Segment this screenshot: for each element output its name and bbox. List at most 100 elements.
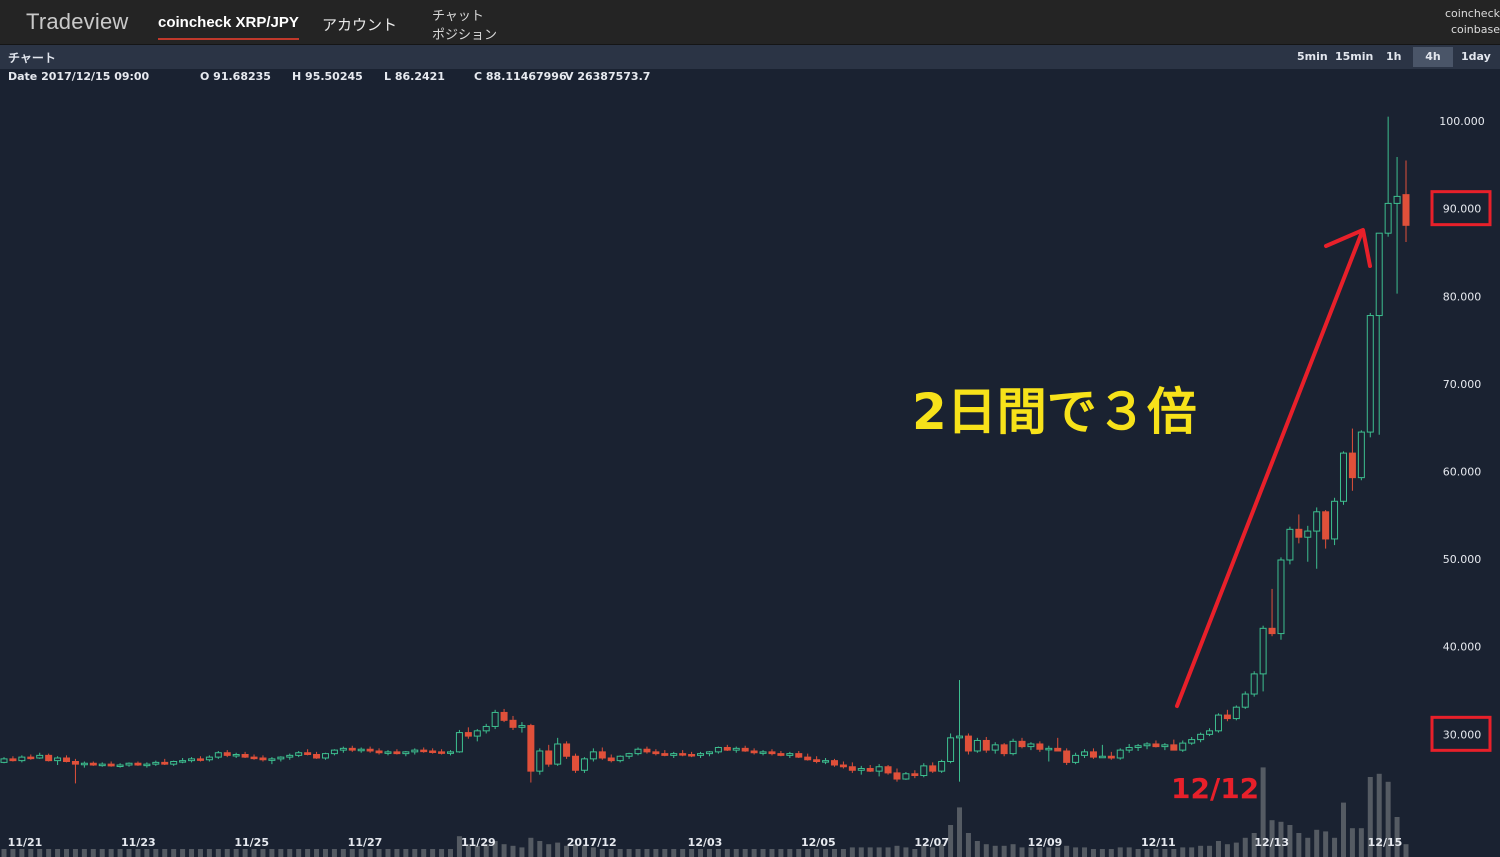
candle[interactable]	[545, 744, 553, 767]
candle[interactable]	[509, 715, 517, 730]
candle[interactable]	[884, 765, 892, 775]
candle[interactable]	[920, 763, 928, 778]
candle[interactable]	[277, 756, 285, 762]
candle[interactable]	[1027, 742, 1035, 751]
candle[interactable]	[1250, 671, 1258, 697]
candle[interactable]	[107, 761, 115, 767]
candle[interactable]	[625, 752, 633, 759]
candle[interactable]	[1286, 526, 1294, 565]
timeframe-1h-button[interactable]: 1h	[1380, 47, 1408, 67]
exchange-link-coinbase[interactable]: coinbase	[1451, 23, 1500, 36]
tab-pair-chart[interactable]: coincheck XRP/JPY	[158, 14, 299, 40]
candle[interactable]	[259, 755, 267, 762]
candle[interactable]	[1188, 736, 1196, 745]
candle[interactable]	[982, 736, 990, 753]
candle[interactable]	[268, 757, 276, 765]
candle[interactable]	[607, 754, 615, 763]
candle[interactable]	[1170, 739, 1178, 751]
candle[interactable]	[0, 757, 8, 764]
tab-account[interactable]: アカウント	[322, 14, 397, 35]
candle[interactable]	[759, 750, 767, 756]
app-logo[interactable]: Tradeview	[26, 9, 128, 35]
candle[interactable]	[518, 722, 526, 733]
candle[interactable]	[1313, 507, 1321, 569]
candle[interactable]	[964, 733, 972, 755]
candle[interactable]	[589, 748, 597, 762]
candle[interactable]	[134, 761, 142, 766]
candle[interactable]	[902, 772, 910, 780]
candle[interactable]	[1402, 160, 1410, 242]
candle[interactable]	[1384, 116, 1392, 237]
menu-chat[interactable]: チャット	[432, 5, 484, 24]
candle[interactable]	[473, 729, 481, 742]
candle[interactable]	[321, 752, 329, 760]
candle[interactable]	[750, 748, 758, 755]
candle[interactable]	[455, 729, 463, 753]
timeframe-4h-button[interactable]: 4h	[1413, 47, 1453, 67]
candle[interactable]	[1295, 514, 1303, 544]
candle[interactable]	[45, 753, 53, 762]
candle[interactable]	[411, 748, 419, 755]
candle[interactable]	[98, 762, 106, 767]
candle[interactable]	[125, 762, 133, 767]
candle[interactable]	[205, 755, 213, 762]
candle[interactable]	[1116, 748, 1124, 760]
candle[interactable]	[1098, 744, 1106, 759]
candle[interactable]	[830, 758, 838, 767]
candle[interactable]	[357, 747, 365, 753]
timeframe-1day-button[interactable]: 1day	[1455, 47, 1497, 67]
candle[interactable]	[9, 756, 17, 762]
candle[interactable]	[1232, 705, 1240, 721]
candle[interactable]	[768, 749, 776, 756]
candle[interactable]	[464, 727, 472, 739]
candle[interactable]	[446, 750, 454, 756]
candle[interactable]	[1072, 752, 1080, 765]
candle[interactable]	[179, 757, 187, 764]
candle[interactable]	[420, 747, 428, 753]
candle[interactable]	[973, 737, 981, 753]
candle[interactable]	[375, 748, 383, 755]
candle[interactable]	[670, 751, 678, 758]
candle[interactable]	[732, 746, 740, 753]
candle[interactable]	[143, 762, 151, 768]
candle[interactable]	[232, 752, 240, 758]
candle[interactable]	[80, 761, 88, 768]
candle[interactable]	[188, 757, 196, 763]
candle[interactable]	[598, 747, 606, 760]
candle[interactable]	[1063, 748, 1071, 766]
candle[interactable]	[348, 745, 356, 752]
candle[interactable]	[822, 757, 830, 765]
candle[interactable]	[661, 750, 669, 757]
candle[interactable]	[1152, 740, 1160, 748]
candle[interactable]	[438, 749, 446, 755]
candle[interactable]	[1143, 742, 1151, 750]
candle[interactable]	[161, 758, 169, 766]
candle[interactable]	[723, 744, 731, 751]
candle[interactable]	[196, 756, 204, 762]
candle[interactable]	[1081, 749, 1089, 758]
candle[interactable]	[804, 753, 812, 761]
candle[interactable]	[241, 751, 249, 758]
candle[interactable]	[330, 749, 338, 756]
candle[interactable]	[580, 757, 588, 773]
candle[interactable]	[250, 754, 258, 760]
candle[interactable]	[1054, 737, 1062, 752]
candle[interactable]	[384, 750, 392, 756]
candle[interactable]	[1045, 745, 1053, 762]
candle[interactable]	[956, 680, 964, 782]
candle[interactable]	[572, 753, 580, 773]
candle[interactable]	[482, 723, 490, 734]
candle[interactable]	[1000, 743, 1008, 757]
candle[interactable]	[1375, 232, 1383, 435]
candle[interactable]	[1223, 709, 1231, 722]
candle[interactable]	[1268, 588, 1276, 637]
candle[interactable]	[1241, 691, 1249, 709]
candle[interactable]	[777, 750, 785, 757]
candle[interactable]	[1322, 510, 1330, 549]
candle[interactable]	[536, 748, 544, 775]
candle[interactable]	[295, 750, 303, 758]
candle[interactable]	[339, 746, 347, 753]
candle[interactable]	[1348, 428, 1356, 491]
candle[interactable]	[1018, 737, 1026, 749]
candle[interactable]	[1134, 743, 1142, 751]
